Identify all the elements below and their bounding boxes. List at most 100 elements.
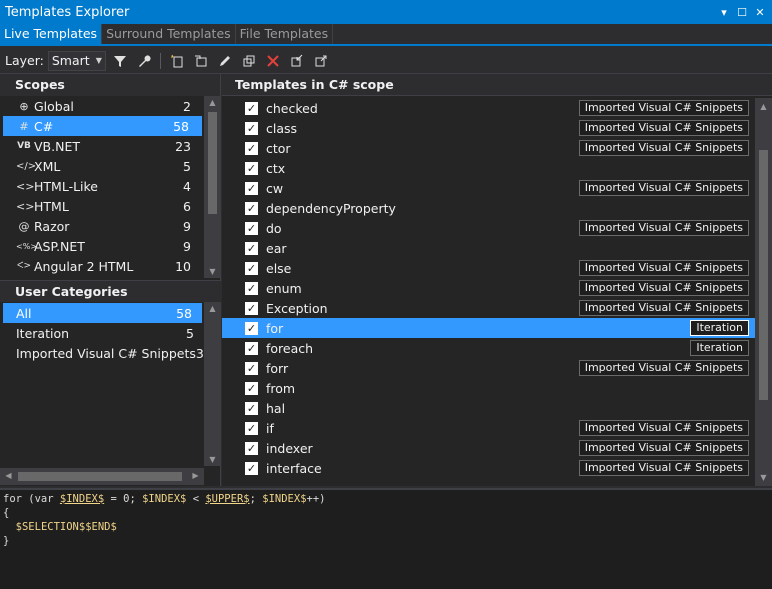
categories-header: User Categories [0, 280, 221, 302]
templates-header: Templates in C# scope [222, 74, 772, 96]
scope-item-html[interactable]: <> HTML 6 [0, 196, 204, 216]
import-icon[interactable] [287, 51, 307, 71]
scroll-up-icon[interactable]: ▲ [204, 304, 221, 313]
templates-scrollbar[interactable]: ▲ ▼ [755, 98, 772, 486]
checkbox[interactable]: ✓ [245, 261, 258, 275]
scope-item-angular[interactable]: ᐸ> Angular 2 HTML 10 [0, 256, 204, 276]
close-icon[interactable]: ✕ [752, 4, 768, 20]
category-tag: Imported Visual C# Snippets [578, 300, 749, 316]
category-item-iteration[interactable]: Iteration 5 [0, 323, 204, 343]
template-row[interactable]: ✓ dependencyProperty [222, 198, 755, 218]
template-row[interactable]: ✓ ear [222, 238, 755, 258]
checkbox[interactable]: ✓ [245, 201, 258, 215]
template-name: for [266, 320, 284, 336]
template-row[interactable]: ✓ ctx [222, 158, 755, 178]
template-row[interactable]: ✓ hal [222, 398, 755, 418]
category-label: Iteration [16, 325, 70, 341]
checkbox[interactable]: ✓ [245, 361, 258, 375]
checkbox[interactable]: ✓ [245, 341, 258, 355]
scope-item-html-like[interactable]: <> HTML-Like 4 [0, 176, 204, 196]
template-row[interactable]: ✓ class Imported Visual C# Snippets [222, 118, 755, 138]
checkbox[interactable]: ✓ [245, 281, 258, 295]
layer-select[interactable]: Smart ▼ [47, 50, 106, 71]
scroll-up-icon[interactable]: ▲ [204, 98, 221, 107]
template-row[interactable]: ✓ indexer Imported Visual C# Snippets [222, 438, 755, 458]
filter-icon[interactable] [110, 51, 130, 71]
categories-scrollbar[interactable]: ▲ ▼ [204, 302, 221, 466]
template-row[interactable]: ✓ ctor Imported Visual C# Snippets [222, 138, 755, 158]
checkbox[interactable]: ✓ [245, 401, 258, 415]
scroll-down-icon[interactable]: ▼ [204, 267, 221, 276]
template-row-selected[interactable]: ✓ for Iteration [222, 318, 755, 338]
copy-icon[interactable] [239, 51, 259, 71]
template-row[interactable]: ✓ from [222, 378, 755, 398]
scope-item-aspnet[interactable]: <%> ASP.NET 9 [0, 236, 204, 256]
scrollbar-thumb[interactable] [759, 150, 768, 400]
checkbox[interactable]: ✓ [245, 101, 258, 115]
checkbox[interactable]: ✓ [245, 181, 258, 195]
scroll-left-icon[interactable]: ◀ [0, 471, 17, 480]
checkbox[interactable]: ✓ [245, 441, 258, 455]
edit-icon[interactable] [215, 51, 235, 71]
category-tag: Imported Visual C# Snippets [578, 460, 749, 476]
template-editor[interactable]: for (var $INDEX$ = 0; $INDEX$ < $UPPER$;… [0, 488, 772, 589]
checkbox[interactable]: ✓ [245, 461, 258, 475]
category-item-imported[interactable]: Imported Visual C# Snippets 31 [0, 343, 212, 363]
dropdown-icon[interactable]: ▾ [716, 4, 732, 20]
template-row[interactable]: ✓ else Imported Visual C# Snippets [222, 258, 755, 278]
category-label: Imported Visual C# Snippets [16, 345, 196, 361]
category-item-all[interactable]: All 58 [3, 303, 202, 323]
template-name: from [266, 380, 296, 396]
category-tag: Imported Visual C# Snippets [578, 280, 749, 296]
checkbox[interactable]: ✓ [245, 421, 258, 435]
tab-surround-templates[interactable]: Surround Templates [102, 24, 236, 44]
checkbox[interactable]: ✓ [245, 121, 258, 135]
scroll-down-icon[interactable]: ▼ [204, 455, 221, 464]
template-row[interactable]: ✓ checked Imported Visual C# Snippets [222, 98, 755, 118]
scroll-up-icon[interactable]: ▲ [755, 102, 772, 111]
template-row[interactable]: ✓ foreach Iteration [222, 338, 755, 358]
template-name: ear [266, 240, 287, 256]
new-template-icon[interactable] [167, 51, 187, 71]
template-row[interactable]: ✓ enum Imported Visual C# Snippets [222, 278, 755, 298]
scope-item-vbnet[interactable]: VB VB.NET 23 [0, 136, 204, 156]
template-row[interactable]: ✓ do Imported Visual C# Snippets [222, 218, 755, 238]
template-variable: $INDEX$ [262, 493, 307, 505]
category-tag: Imported Visual C# Snippets [578, 440, 749, 456]
scrollbar-thumb[interactable] [208, 112, 217, 214]
tab-file-templates[interactable]: File Templates [236, 24, 334, 44]
category-tag: Iteration [690, 320, 749, 336]
categories-hscrollbar[interactable]: ◀ ▶ [0, 468, 204, 485]
scroll-right-icon[interactable]: ▶ [187, 471, 204, 480]
new-template-from-icon[interactable] [191, 51, 211, 71]
scope-item-global[interactable]: ⊕ Global 2 [0, 96, 204, 116]
scope-item-xml[interactable]: </> XML 5 [0, 156, 204, 176]
template-row[interactable]: ✓ Exception Imported Visual C# Snippets [222, 298, 755, 318]
template-row[interactable]: ✓ forr Imported Visual C# Snippets [222, 358, 755, 378]
checkbox[interactable]: ✓ [245, 221, 258, 235]
tab-live-templates[interactable]: Live Templates [0, 24, 103, 44]
scroll-down-icon[interactable]: ▼ [755, 473, 772, 482]
scrollbar-thumb[interactable] [18, 472, 182, 481]
checkbox[interactable]: ✓ [245, 161, 258, 175]
wrench-icon[interactable] [134, 51, 154, 71]
aspnet-icon: <%> [16, 241, 38, 251]
template-row[interactable]: ✓ if Imported Visual C# Snippets [222, 418, 755, 438]
layer-label: Layer: [5, 53, 44, 68]
category-tag: Imported Visual C# Snippets [578, 360, 749, 376]
checkbox[interactable]: ✓ [245, 241, 258, 255]
template-row[interactable]: ✓ cw Imported Visual C# Snippets [222, 178, 755, 198]
delete-icon[interactable] [263, 51, 283, 71]
category-tag: Imported Visual C# Snippets [578, 260, 749, 276]
template-row[interactable]: ✓ interface Imported Visual C# Snippets [222, 458, 755, 478]
checkbox[interactable]: ✓ [245, 321, 258, 335]
checkbox[interactable]: ✓ [245, 301, 258, 315]
checkbox[interactable]: ✓ [245, 381, 258, 395]
maximize-icon[interactable]: ☐ [734, 4, 750, 20]
scopes-scrollbar[interactable]: ▲ ▼ [204, 96, 221, 278]
export-icon[interactable] [311, 51, 331, 71]
html-icon: <> [16, 199, 35, 213]
scope-item-razor[interactable]: @ Razor 9 [0, 216, 204, 236]
scope-item-csharp[interactable]: # C# 58 [3, 116, 202, 136]
checkbox[interactable]: ✓ [245, 141, 258, 155]
